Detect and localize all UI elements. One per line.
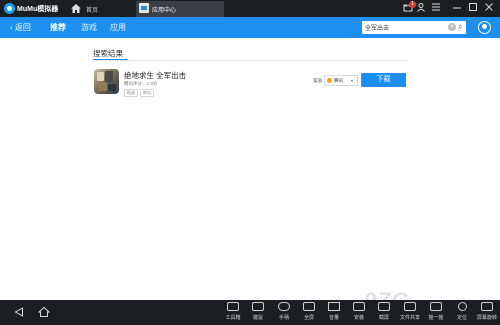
app-icon[interactable]: [94, 69, 119, 94]
close-icon[interactable]: [483, 2, 495, 14]
chevron-left-icon: ‹: [10, 23, 13, 32]
gamepad-label: 手柄: [278, 315, 289, 321]
section-underline: [93, 59, 128, 60]
nav-bar: ‹ 返回 推荐 游戏 应用 × ⌕: [0, 17, 500, 38]
tab-app-center[interactable]: 应用中心: [136, 1, 224, 17]
fullscreen-button[interactable]: 全屏: [298, 302, 320, 321]
account-icon[interactable]: [478, 21, 491, 34]
shake-icon: [430, 302, 442, 311]
android-back-icon[interactable]: [14, 307, 24, 317]
gamepad-button[interactable]: 手柄: [273, 302, 295, 321]
toolbox-label: 工具箱: [225, 315, 241, 321]
file-share-button[interactable]: 文件共享: [399, 302, 421, 321]
keyboard-icon: [252, 302, 264, 311]
back-label: 返回: [14, 23, 31, 32]
volume-label: 音量: [328, 315, 339, 321]
divider: [93, 60, 407, 61]
screenshot-button[interactable]: 截屏: [373, 302, 395, 321]
app-title: MuMu模拟器: [17, 6, 59, 13]
keyboard-mouse-button[interactable]: 键鼠: [247, 302, 269, 321]
fullscreen-label: 全屏: [303, 315, 314, 321]
location-icon: [457, 302, 467, 311]
back-button[interactable]: ‹ 返回: [10, 22, 31, 33]
install-label: 安装: [353, 315, 364, 321]
toolbox-button[interactable]: 工具箱: [222, 302, 244, 321]
title-bar: MuMu模拟器 首页 应用中心 1: [0, 0, 500, 17]
source-select[interactable]: 腾讯 ▾: [324, 75, 358, 86]
fullscreen-icon: [303, 302, 315, 311]
tab-home[interactable]: 首页: [70, 0, 140, 17]
install-apk-button[interactable]: 安装: [348, 302, 370, 321]
toolbox-icon: [227, 302, 239, 311]
scissors-icon: [378, 302, 390, 311]
keyboard-mouse-label: 键鼠: [252, 315, 263, 321]
clear-search-icon[interactable]: ×: [448, 23, 456, 31]
search-icon[interactable]: ⌕: [458, 22, 462, 32]
tab-home-label: 首页: [86, 8, 99, 14]
file-share-label: 文件共享: [399, 315, 420, 321]
mumu-logo-icon: [4, 3, 15, 14]
shake-label: 摇一摇: [428, 315, 444, 321]
location-label: 定位: [456, 315, 467, 321]
tab-recommend[interactable]: 推荐: [50, 22, 66, 33]
app-rating: 腾讯评分：4.3分: [124, 81, 158, 86]
gamepad-icon: [278, 302, 290, 311]
search-input[interactable]: [365, 22, 443, 33]
download-button[interactable]: 下载: [361, 73, 406, 87]
tab-app-center-label: 应用中心: [152, 8, 177, 14]
volume-button[interactable]: 音量: [323, 302, 345, 321]
location-button[interactable]: 定位: [451, 302, 473, 321]
chevron-down-icon: ▾: [351, 78, 354, 83]
app-tag: 射击: [140, 89, 154, 97]
home-icon: [71, 4, 81, 13]
search-box: × ⌕: [362, 21, 466, 34]
rotate-label: 屏幕旋转: [476, 315, 497, 321]
rotate-icon: [481, 302, 493, 311]
folder-icon: [404, 302, 416, 311]
tab-games[interactable]: 游戏: [81, 22, 97, 33]
source-label: 渠道:: [313, 78, 324, 83]
app-store-icon: [139, 3, 149, 13]
minimize-icon[interactable]: [451, 2, 463, 14]
section-title: 搜索结果: [93, 49, 123, 58]
rotate-screen-button[interactable]: 屏幕旋转: [476, 302, 498, 321]
app-tag: 枪战: [124, 89, 138, 97]
source-value: 腾讯: [334, 78, 343, 83]
tencent-icon: [327, 78, 332, 83]
volume-icon: [328, 302, 340, 311]
menu-icon[interactable]: [430, 2, 442, 14]
user-icon[interactable]: [415, 2, 427, 14]
bottom-toolbar: 工具箱 键鼠 手柄 全屏 音量 安装 截屏 文件共享 摇一摇 定位 屏幕旋转: [0, 300, 500, 325]
app-name[interactable]: 绝地求生 全军出击: [124, 70, 186, 81]
shake-button[interactable]: 摇一摇: [425, 302, 447, 321]
tab-apps[interactable]: 应用: [110, 22, 126, 33]
screenshot-label: 截屏: [378, 315, 389, 321]
apk-icon: [353, 302, 365, 311]
android-home-icon[interactable]: [38, 306, 50, 318]
maximize-icon[interactable]: [467, 2, 479, 14]
